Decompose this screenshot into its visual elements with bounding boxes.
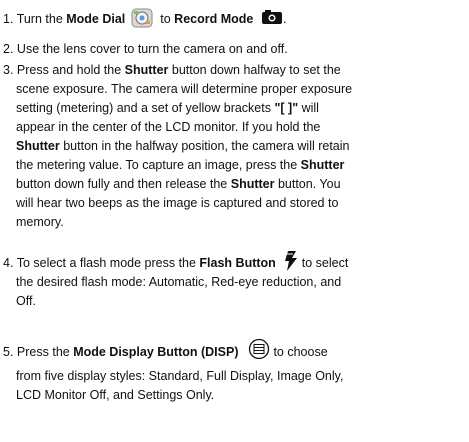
step-3-line-9: memory. (16, 215, 64, 229)
step-4-line-1-end: to select (301, 256, 349, 270)
step-3-line-4: appear in the center of the LCD monitor.… (16, 120, 321, 134)
disp-button-icon (248, 338, 270, 360)
step-3-line-1: Press and hold the (16, 63, 125, 77)
mode-dial-icon (131, 8, 153, 28)
step-5-line-2: from five display styles: Standard, Full… (16, 369, 344, 383)
step-3-line-6: the metering value. To capture an image,… (3, 156, 463, 175)
step-3-line-5: Shutter button in the halfway position, … (3, 137, 463, 156)
flash-button-icon (284, 251, 298, 272)
step-5: 5. Press the Mode Display Button (DISP) … (3, 338, 463, 405)
step-3-line-3-start: setting (metering) and a set of yellow b… (16, 101, 275, 115)
step-2-text: Use the lens cover to turn the camera on… (16, 42, 288, 56)
step-1-number: 1. (3, 12, 14, 26)
manual-page: 1. Turn the Mode Dial to Record Mode . 2… (0, 0, 469, 442)
flash-button-label: Flash Button (199, 256, 276, 270)
step-1-to: to (160, 12, 175, 26)
step-3-line-3-end: will (298, 101, 319, 115)
brackets-label: "[ ]" (274, 101, 299, 115)
step-3-line-7-start: button down fully and then release the (16, 177, 231, 191)
step-4-line-1: To select a flash mode press the (16, 256, 200, 270)
step-3-line-2: scene exposure. The camera will determin… (16, 82, 353, 96)
step-5-line-1: Press the (16, 345, 74, 359)
step-1-text: Turn the (16, 12, 67, 26)
step-1: 1. Turn the Mode Dial to Record Mode . (3, 8, 463, 29)
step-4-line-3: Off. (16, 294, 36, 308)
shutter-label: Shutter (300, 158, 345, 172)
shutter-label: Shutter (124, 63, 169, 77)
record-mode-label: Record Mode (174, 12, 254, 26)
step-5-number: 5. (3, 345, 14, 359)
step-3-line-7-end: button. You (274, 177, 341, 191)
step-3-line-5-end: button in the halfway position, the came… (59, 139, 350, 153)
step-2-number: 2. (3, 42, 14, 56)
step-3-line-8: will hear two beeps as the image is capt… (16, 196, 339, 210)
step-3-line-1-end: button down halfway to set the (168, 63, 341, 77)
step-3-line-6-start: the metering value. To capture an image,… (16, 158, 301, 172)
disp-button-label: Mode Display Button (DISP) (73, 345, 239, 359)
step-4: 4. To select a flash mode press the Flas… (3, 251, 463, 311)
step-5-line-1-end: to choose (273, 345, 328, 359)
step-3-line-7: button down fully and then release the S… (3, 175, 463, 194)
record-mode-icon (261, 9, 283, 25)
mode-dial-label: Mode Dial (66, 12, 126, 26)
step-2: 2. Use the lens cover to turn the camera… (3, 40, 463, 59)
step-4-number: 4. (3, 256, 14, 270)
step-3-number: 3. (3, 63, 14, 77)
step-3-line-3: setting (metering) and a set of yellow b… (3, 99, 463, 118)
shutter-label: Shutter (16, 139, 60, 153)
shutter-label: Shutter (230, 177, 275, 191)
step-4-line-2: the desired flash mode: Automatic, Red-e… (16, 275, 342, 289)
step-5-line-3: LCD Monitor Off, and Settings Only. (16, 388, 215, 402)
step-3: 3. Press and hold the Shutter button dow… (3, 61, 463, 232)
